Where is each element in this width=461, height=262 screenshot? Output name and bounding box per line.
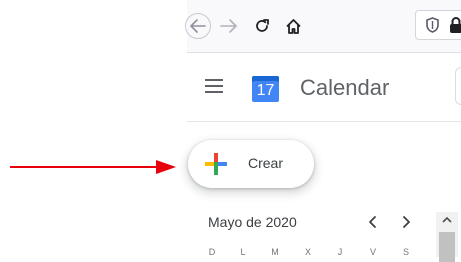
weekday-header: J (337, 247, 343, 257)
back-arrow-icon (190, 19, 206, 33)
mini-calendar-month: Mayo de 2020 (208, 214, 297, 230)
browser-toolbar (185, 0, 461, 53)
app-title: Calendar (300, 75, 390, 100)
sidebar-scrollbar[interactable] (436, 212, 458, 262)
previous-month-button[interactable] (365, 213, 381, 231)
calendar-logo-day: 17 (256, 82, 275, 99)
weekday-header: M (271, 247, 279, 257)
menu-line (205, 79, 223, 81)
weekday-header: X (304, 247, 311, 257)
calendar-logo-icon: 17 (252, 74, 279, 102)
reload-icon (256, 19, 269, 32)
chevron-left-icon (369, 216, 376, 228)
plus-icon (205, 153, 227, 175)
page-margin (0, 0, 187, 255)
menu-line (205, 85, 223, 87)
search-box[interactable] (455, 67, 461, 105)
create-button[interactable]: Crear (188, 140, 314, 188)
shield-icon[interactable] (426, 17, 439, 33)
home-button[interactable] (282, 15, 304, 37)
home-icon (285, 18, 301, 34)
scroll-up-arrow-icon[interactable] (441, 214, 453, 226)
app-header: 17 Calendar (187, 53, 461, 122)
annotation-arrow-icon (10, 160, 176, 174)
main-menu-button[interactable] (205, 79, 225, 95)
next-month-button[interactable] (398, 213, 414, 231)
menu-line (205, 91, 223, 93)
create-button-label: Crear (248, 155, 284, 171)
weekday-header: D (208, 247, 216, 257)
reload-button[interactable] (251, 15, 273, 37)
weekday-header: V (369, 247, 376, 257)
chevron-right-icon (403, 216, 410, 228)
forward-button[interactable] (218, 15, 240, 37)
back-button[interactable] (185, 13, 211, 39)
weekday-header: S (402, 247, 409, 257)
lock-icon[interactable] (449, 16, 461, 34)
url-bar[interactable] (415, 10, 461, 40)
forward-arrow-icon (220, 19, 237, 33)
weekday-headers: D L M X J V S (206, 247, 416, 257)
weekday-header: L (240, 247, 246, 257)
scrollbar-thumb[interactable] (439, 232, 455, 262)
